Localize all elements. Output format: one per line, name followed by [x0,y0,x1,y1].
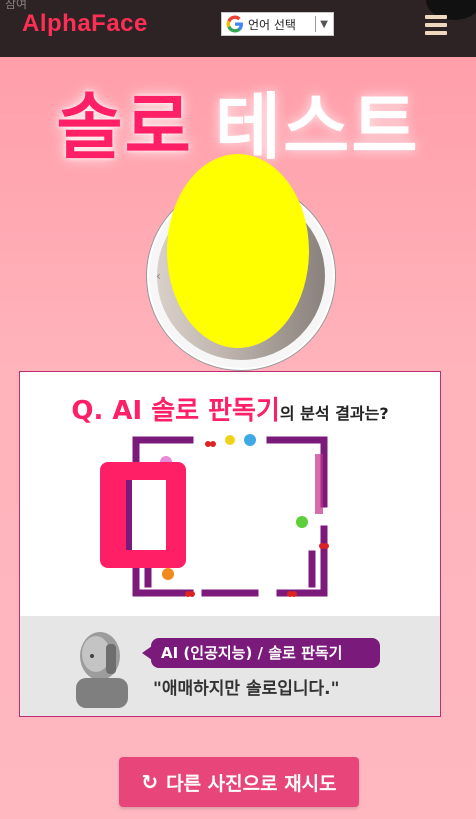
result-question: Q. AI 솔로 판독기의 분석 결과는? [20,390,440,427]
separator [315,16,317,32]
top-navigation-bar: 참여 AlphaFace 언어 선택 ▼ [0,0,476,57]
ai-verdict-panel: AI (인공지능) / 솔로 판독기 "애매하지만 솔로입니다." [20,616,440,716]
result-card: Q. AI 솔로 판독기의 분석 결과는? AI (인공지능) / 솔로 판독기… [19,371,441,717]
question-suffix: 의 분석 결과는? [279,404,389,423]
question-title: Q. AI 솔로 판독기 [71,396,280,426]
hamburger-menu-icon[interactable] [425,15,447,35]
ai-verdict-text: "애매하지만 솔로입니다." [153,679,340,699]
score-zero-hole [126,480,166,550]
brand-logo[interactable]: AlphaFace [22,10,148,38]
retry-button-label: 다른 사진으로 재시도 [166,772,337,795]
ai-tag-label: AI (인공지능) / 솔로 판독기 [151,638,380,668]
chevron-left-icon: ‹ [156,269,161,283]
refresh-icon: ↻ [141,770,159,794]
language-select-label: 언어 선택 [248,17,296,32]
robot-icon [76,632,128,708]
face-cover-overlay [167,154,309,348]
title-part1: 솔로 [56,85,193,169]
score-zero-graphic [100,462,186,568]
retry-button[interactable]: ↻ 다른 사진으로 재시도 [119,757,359,807]
language-select[interactable]: 언어 선택 ▼ [221,12,334,36]
google-icon [226,15,243,33]
chevron-down-icon: ▼ [320,18,328,30]
